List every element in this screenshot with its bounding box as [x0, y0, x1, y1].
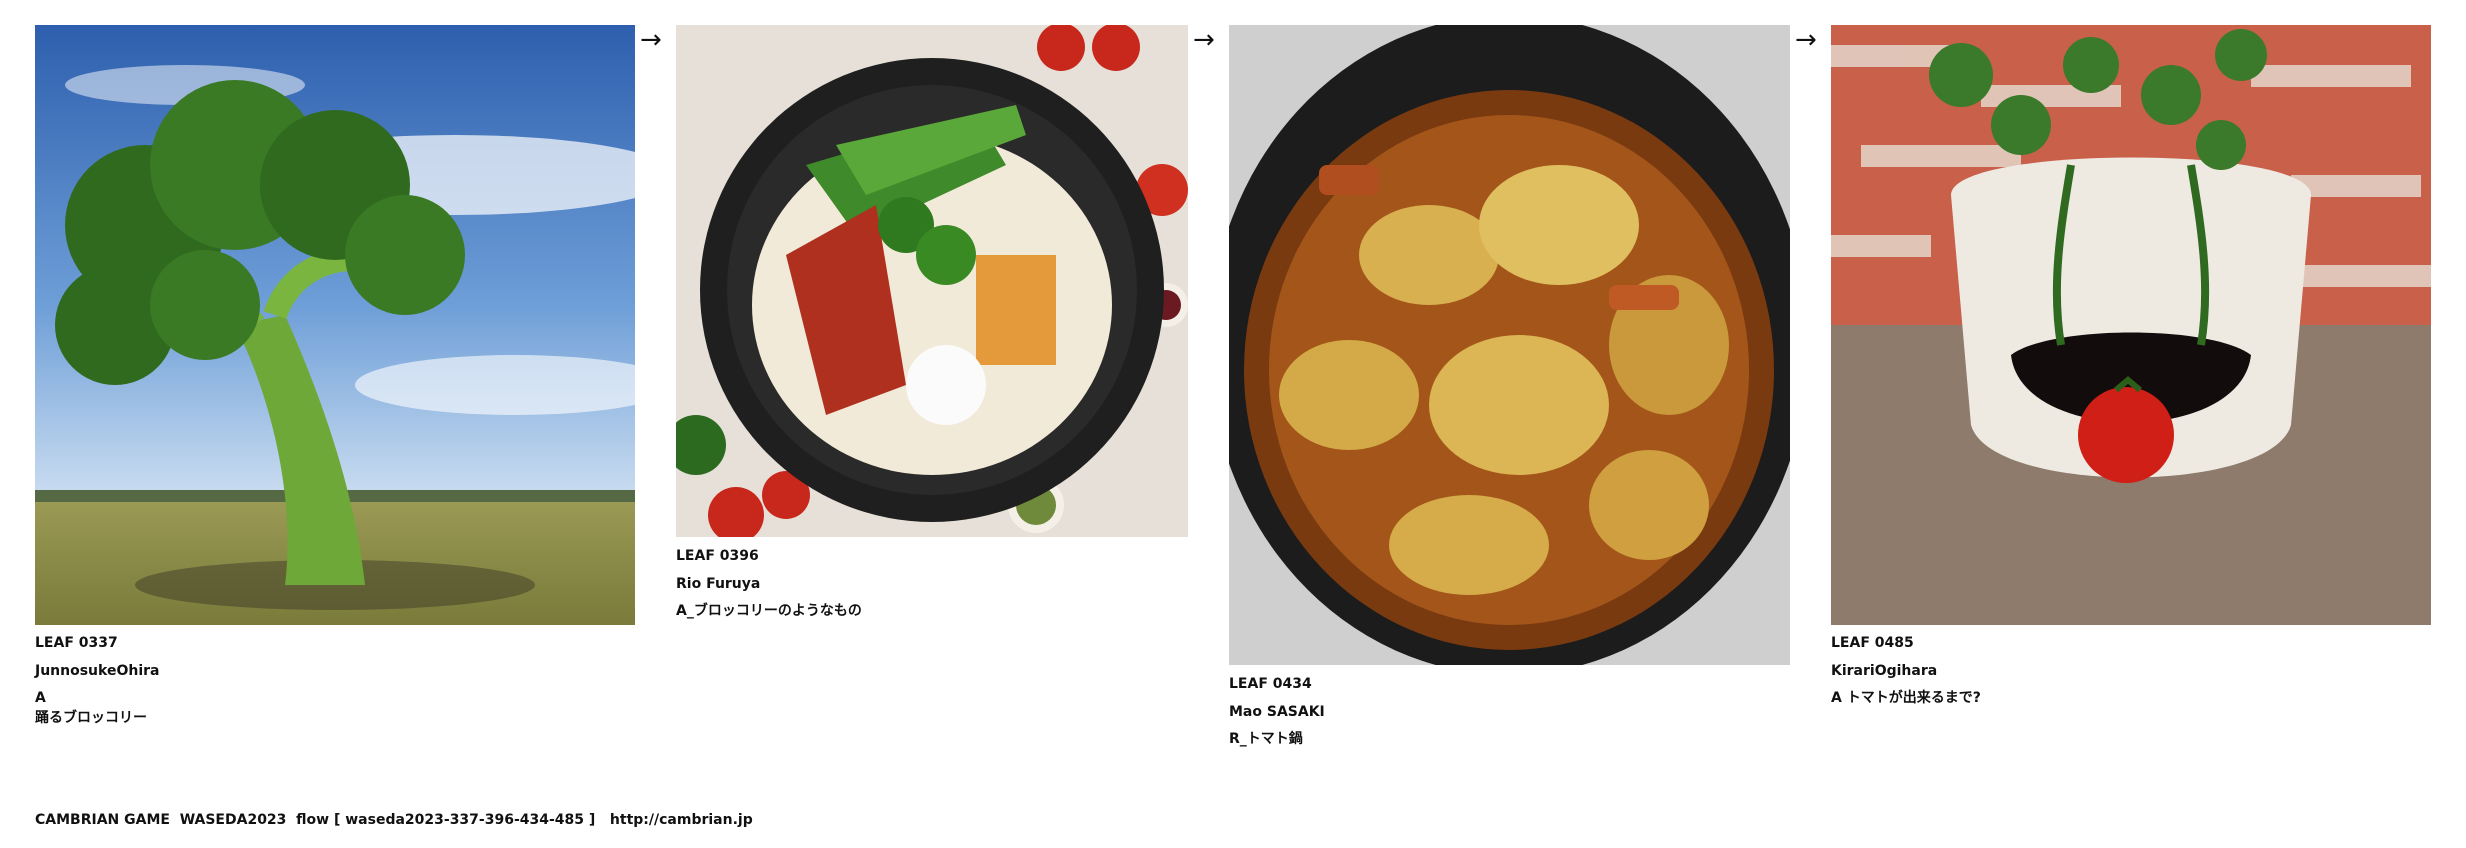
- leaf-caption-0485: LEAF 0485 KirariOgihara A トマトが出来るまで?: [1831, 634, 1981, 717]
- leaf-caption-0337: LEAF 0337 JunnosukeOhira A 踊るブロッコリー: [35, 634, 159, 736]
- leaf-id[interactable]: LEAF 0337: [35, 634, 159, 654]
- leaf-prompt-line: 踊るブロッコリー: [35, 709, 147, 726]
- leaf-prompt-line: A_ブロッコリーのようなもの: [676, 603, 862, 620]
- cambrian-link[interactable]: http://cambrian.jp: [610, 812, 753, 828]
- leaf-prompt-line: A: [35, 690, 46, 707]
- leaf-caption-0434: LEAF 0434 Mao SASAKI R_トマト鍋: [1229, 675, 1325, 758]
- broccoli-tree-image[interactable]: [35, 25, 635, 625]
- leaf-prompt-line: R_トマト鍋: [1229, 731, 1303, 748]
- leaf-author: KirariOgihara: [1831, 662, 1938, 679]
- leaf-prompt-line: A トマトが出来るまで?: [1831, 690, 1981, 707]
- flow-arrow-icon: →: [1193, 25, 1215, 55]
- flow-arrow-icon: →: [1795, 25, 1817, 55]
- noodle-vegetable-platter-image[interactable]: [676, 25, 1188, 537]
- leaf-author: Rio Furuya: [676, 575, 761, 592]
- leaf-author: JunnosukeOhira: [35, 662, 160, 679]
- face-planter-tomato-image[interactable]: [1831, 25, 2431, 625]
- leaf-author: Mao SASAKI: [1229, 703, 1325, 720]
- leaf-id[interactable]: LEAF 0434: [1229, 675, 1325, 695]
- cabbage-stew-pot-image[interactable]: [1229, 25, 1790, 665]
- footer: CAMBRIAN GAME WASEDA2023 flow [ waseda20…: [35, 812, 753, 828]
- leaf-id[interactable]: LEAF 0485: [1831, 634, 1981, 654]
- leaf-id[interactable]: LEAF 0396: [676, 547, 862, 567]
- flow-arrow-icon: →: [640, 25, 662, 55]
- footer-text: CAMBRIAN GAME WASEDA2023 flow [ waseda20…: [35, 812, 610, 828]
- leaf-caption-0396: LEAF 0396 Rio Furuya A_ブロッコリーのようなもの: [676, 547, 862, 630]
